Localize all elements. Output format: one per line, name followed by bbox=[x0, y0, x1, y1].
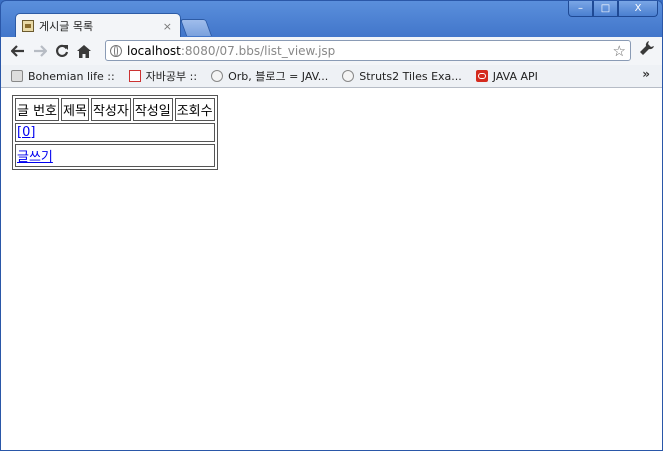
toolbar: localhost:8080/07.bbs/list_view.jsp ☆ bbox=[1, 37, 662, 65]
column-header: 작성일 bbox=[132, 98, 173, 121]
globe-icon bbox=[211, 70, 224, 82]
browser-window: – □ X 게시글 목록 × localhost:8080/07.bbs/lis… bbox=[0, 0, 663, 451]
url-path: :8080/07.bbs/list_view.jsp bbox=[180, 43, 336, 58]
table-row: [0] bbox=[15, 123, 215, 142]
tab-active[interactable]: 게시글 목록 × bbox=[15, 13, 181, 38]
page-globe-icon bbox=[110, 44, 122, 57]
bookmark-item[interactable]: Orb, 블로그 = JAV... bbox=[211, 68, 328, 84]
tab-title: 게시글 목록 bbox=[39, 20, 94, 33]
back-arrow-icon[interactable] bbox=[7, 40, 29, 62]
address-bar[interactable]: localhost:8080/07.bbs/list_view.jsp ☆ bbox=[105, 40, 631, 61]
tab-close-icon[interactable]: × bbox=[163, 20, 172, 33]
column-header: 제목 bbox=[61, 98, 89, 121]
forward-arrow-icon[interactable] bbox=[29, 40, 51, 62]
new-tab-button[interactable] bbox=[179, 19, 213, 36]
wrench-icon[interactable] bbox=[640, 41, 654, 59]
column-header: 조회수 bbox=[174, 98, 215, 121]
bookmark-item[interactable]: 자바공부 :: bbox=[128, 68, 198, 84]
table-header-row: 글 번호 제목 작성자 작성일 조회수 bbox=[15, 98, 215, 121]
bookmark-item[interactable]: Struts2 Tiles Exa... bbox=[342, 70, 462, 83]
bookmark-label: JAVA API bbox=[492, 69, 538, 83]
more-bookmarks-chevron-icon[interactable]: » bbox=[642, 67, 650, 81]
board-table: 글 번호 제목 작성자 작성일 조회수 [0] 글쓰기 bbox=[12, 95, 218, 170]
bookmark-label: Bohemian life :: bbox=[28, 69, 115, 83]
java-icon bbox=[128, 70, 141, 82]
url-host: localhost bbox=[127, 43, 181, 58]
page-link[interactable]: [0] bbox=[17, 125, 35, 140]
table-row: 글쓰기 bbox=[15, 144, 215, 167]
page-favicon-icon bbox=[22, 20, 34, 32]
page-content: 글 번호 제목 작성자 작성일 조회수 [0] 글쓰기 bbox=[1, 88, 662, 450]
pagination-cell: [0] bbox=[15, 123, 215, 142]
write-post-link[interactable]: 글쓰기 bbox=[17, 150, 53, 165]
minimize-button[interactable]: – bbox=[568, 1, 593, 17]
bookmark-star-icon[interactable]: ☆ bbox=[613, 42, 626, 60]
home-icon[interactable] bbox=[73, 40, 95, 62]
column-header: 작성자 bbox=[90, 98, 131, 121]
bookmark-label: Struts2 Tiles Exa... bbox=[359, 69, 462, 83]
globe-icon bbox=[342, 70, 355, 82]
window-controls: – □ X bbox=[568, 1, 658, 17]
bookmark-item[interactable]: JAVA API bbox=[475, 69, 538, 83]
oracle-icon bbox=[475, 70, 488, 82]
bookmark-label: 자바공부 :: bbox=[145, 70, 198, 83]
bookmark-item[interactable]: Bohemian life :: bbox=[11, 70, 115, 83]
column-header: 글 번호 bbox=[15, 98, 60, 121]
bookmarks-bar: Bohemian life :: 자바공부 :: Orb, 블로그 = JAV.… bbox=[1, 65, 662, 88]
bookmark-label: Orb, 블로그 = JAV... bbox=[228, 70, 329, 83]
printer-icon bbox=[11, 70, 23, 82]
write-cell: 글쓰기 bbox=[15, 144, 215, 167]
reload-icon[interactable] bbox=[51, 40, 73, 62]
maximize-button[interactable]: □ bbox=[593, 1, 618, 17]
close-window-button[interactable]: X bbox=[618, 1, 658, 17]
